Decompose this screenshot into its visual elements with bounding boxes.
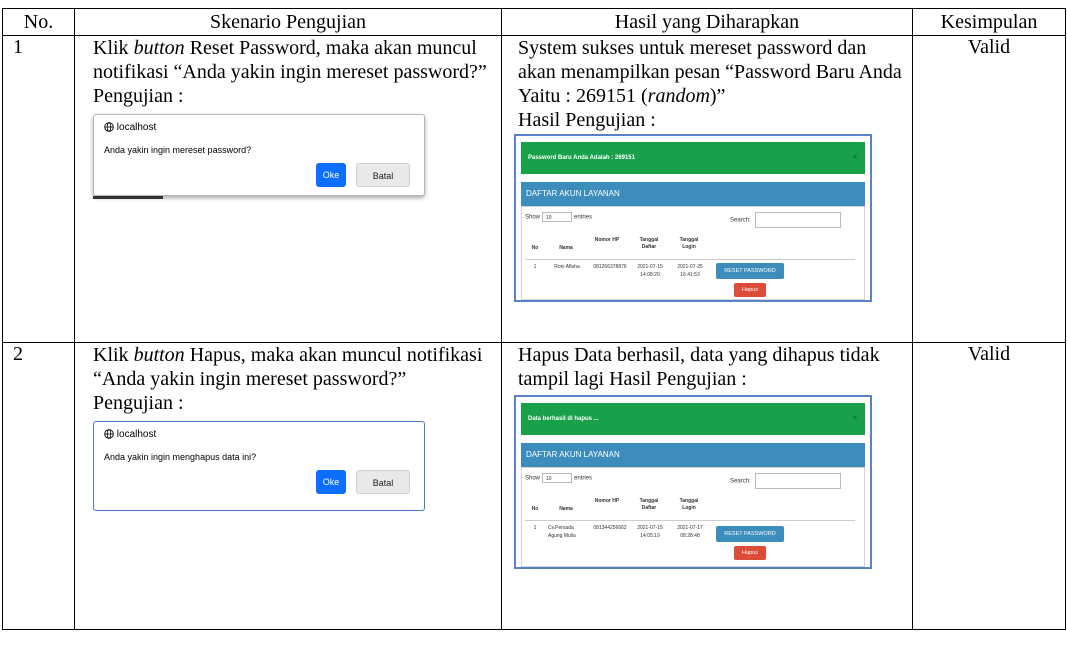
dialog-host: localhost: [104, 429, 156, 440]
search-control: Search:: [730, 212, 841, 228]
panel-body: Show 10 entries Search: No Nama Nomor HP T…: [521, 467, 865, 567]
scenario-text: Klik button Reset Password, maka akan mu…: [93, 37, 487, 83]
close-icon[interactable]: ×: [853, 142, 857, 174]
cell-login: 2021-07-17 08:28:48: [677, 525, 703, 539]
header-row: No. Skenario Pengujian Hasil yang Dihara…: [2, 8, 1066, 36]
entries-control: Show 10 entries: [525, 473, 592, 483]
dialog-host: localhost: [104, 122, 156, 133]
scenario-cell: Klik button Reset Password, maka akan mu…: [74, 35, 502, 343]
close-icon[interactable]: ×: [853, 403, 857, 435]
panel-title: DAFTAR AKUN LAYANAN: [521, 182, 865, 206]
cell-no: 1: [533, 525, 537, 531]
ok-button[interactable]: Oke: [316, 470, 346, 494]
col-login: Tanggal Login: [679, 237, 699, 250]
cell-daftar: 2021-07-15 14:08:20: [637, 264, 663, 278]
cancel-button[interactable]: Batal: [356, 470, 410, 494]
ok-button[interactable]: Oke: [316, 163, 346, 187]
expected-text: System sukses untuk mereset password dan…: [518, 37, 902, 107]
test-table: No. Skenario Pengujian Hasil yang Dihara…: [2, 8, 1066, 630]
header-conclusion: Kesimpulan: [912, 8, 1066, 36]
delete-button[interactable]: Hapus: [734, 283, 766, 297]
scenario-text: Klik button Hapus, maka akan muncul noti…: [93, 344, 483, 390]
result-label: Hasil Pengujian :: [518, 109, 656, 131]
window-edge: [93, 196, 163, 199]
panel-body: Show 10 entries Search: No Nama Nomor HP T…: [521, 206, 865, 300]
col-hp: Nomor HP: [594, 498, 620, 504]
search-input[interactable]: [754, 212, 841, 228]
col-daftar: Tanggal Daftar: [639, 237, 659, 250]
row-number: 2: [2, 342, 75, 630]
reset-password-button[interactable]: RESET PASSWORD: [716, 526, 784, 542]
reset-password-button[interactable]: RESET PASSWORD: [716, 263, 784, 279]
col-nama: Nama: [559, 245, 573, 251]
panel-title: DAFTAR AKUN LAYANAN: [521, 443, 865, 467]
success-alert: Password Baru Anda Adalah : 269151 ×: [521, 142, 865, 174]
cell-login: 2021-07-25 16:41:53: [677, 264, 703, 278]
row-number: 1: [2, 35, 75, 343]
globe-icon: [104, 122, 114, 132]
globe-icon: [104, 429, 114, 439]
divider: [525, 520, 855, 521]
search-input[interactable]: [754, 473, 841, 489]
cell-hp: 081266378876: [593, 264, 627, 270]
result-screenshot: Password Baru Anda Adalah : 269151 × DAFT…: [514, 134, 872, 302]
result-screenshot: Data berhasil di hapus ... × DAFTAR AKUN …: [514, 395, 872, 569]
conclusion-cell: Valid: [912, 35, 1066, 343]
col-login: Tanggal Login: [679, 498, 699, 511]
table-row: 2 Klik button Hapus, maka akan muncul no…: [2, 342, 1066, 630]
cell-daftar: 2021-07-15 14:05:19: [637, 525, 663, 539]
entries-control: Show 10 entries: [525, 212, 592, 222]
delete-button[interactable]: Hapus: [734, 546, 766, 560]
expected-text: Hapus Data berhasil, data yang dihapus t…: [518, 344, 880, 390]
header-no: No.: [2, 8, 75, 36]
table-row: 1 Klik button Reset Password, maka akan …: [2, 35, 1066, 343]
header-expected: Hasil yang Diharapkan: [501, 8, 913, 36]
search-control: Search:: [730, 473, 841, 489]
success-alert: Data berhasil di hapus ... ×: [521, 403, 865, 435]
scenario-cell: Klik button Hapus, maka akan muncul noti…: [74, 342, 502, 630]
expected-cell: System sukses untuk mereset password dan…: [501, 35, 913, 343]
cell-no: 1: [533, 264, 537, 270]
col-daftar: Tanggal Daftar: [639, 498, 659, 511]
divider: [525, 259, 855, 260]
cell-nama: Cv.Persada Agung Mulia: [548, 525, 576, 539]
dialog-message: Anda yakin ingin mereset password?: [104, 145, 252, 155]
expected-cell: Hapus Data berhasil, data yang dihapus t…: [501, 342, 913, 630]
scenario-test-label: Pengujian :: [93, 85, 184, 107]
entries-select[interactable]: 10: [542, 473, 573, 483]
scenario-test-label: Pengujian :: [93, 392, 184, 414]
conclusion-cell: Valid: [912, 342, 1066, 630]
col-no: No: [531, 506, 539, 512]
col-no: No: [531, 245, 539, 251]
header-scenario: Skenario Pengujian: [74, 8, 502, 36]
cancel-button[interactable]: Batal: [356, 163, 410, 187]
confirm-dialog: localhost Anda yakin ingin mereset passw…: [93, 114, 425, 199]
entries-select[interactable]: 10: [542, 212, 573, 222]
cell-hp: 081344256662: [593, 525, 627, 531]
cell-nama: Roni Aflaha: [554, 264, 580, 270]
col-nama: Nama: [559, 506, 573, 512]
confirm-dialog: localhost Anda yakin ingin menghapus dat…: [93, 421, 425, 511]
dialog-message: Anda yakin ingin menghapus data ini?: [104, 452, 257, 462]
col-hp: Nomor HP: [594, 237, 620, 243]
